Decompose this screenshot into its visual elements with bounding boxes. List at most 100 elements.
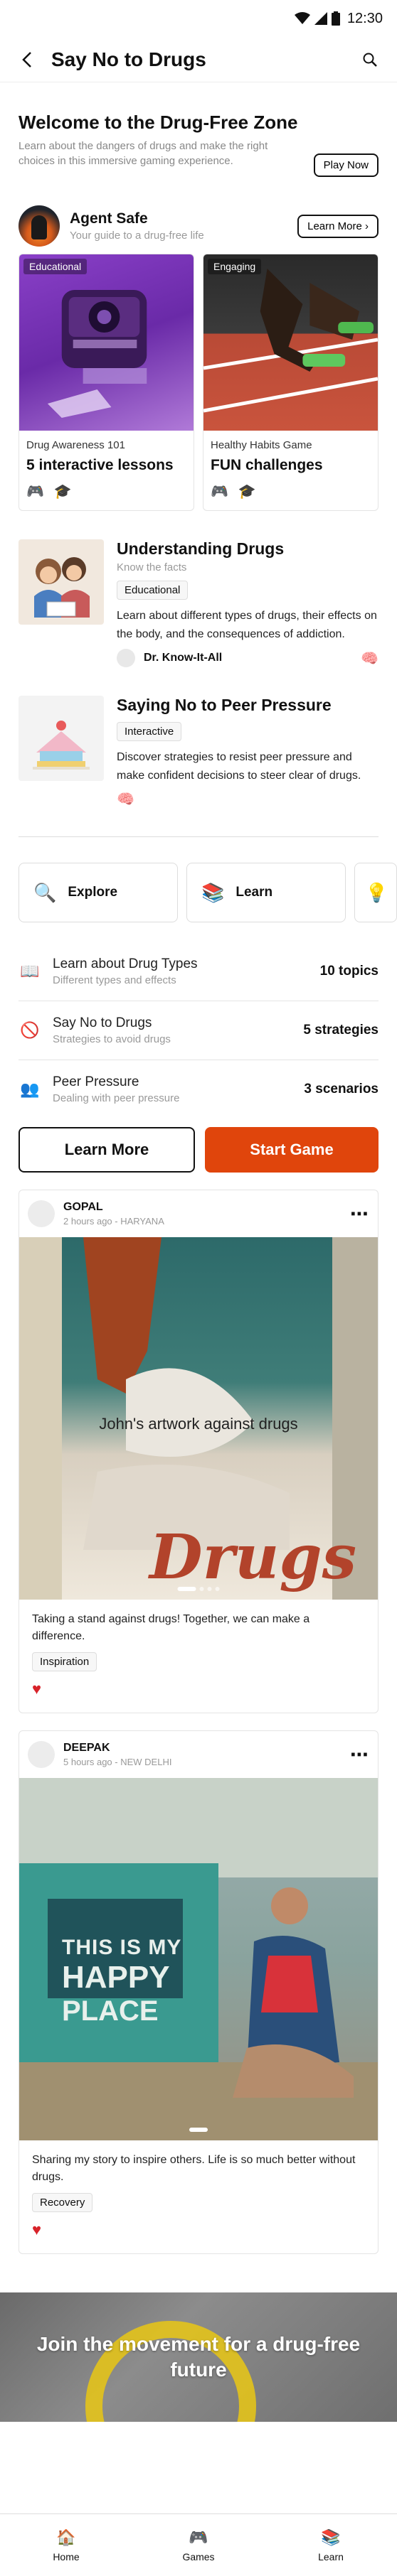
card-healthy-habits[interactable]: Engaging Healthy Habits Game FUN challen… bbox=[203, 254, 379, 511]
card-tag: Educational bbox=[23, 259, 88, 274]
list-item[interactable]: 📖 Learn about Drug Types Different types… bbox=[18, 942, 379, 1002]
agent-name: Agent Safe bbox=[70, 210, 148, 227]
gamepad-icon: 🎮 bbox=[26, 484, 44, 500]
card-image: Engaging bbox=[203, 254, 378, 431]
status-bar: 12:30 bbox=[0, 0, 397, 37]
agent-row: Agent Safe Your guide to a drug-free lif… bbox=[0, 191, 397, 254]
card-image: Educational bbox=[19, 254, 194, 431]
learn-more-button[interactable]: Learn More › bbox=[297, 214, 379, 238]
signal-icon bbox=[314, 12, 327, 25]
byline: 🧠 bbox=[117, 790, 379, 808]
category-chip[interactable]: Educational bbox=[117, 581, 189, 600]
start-game-button[interactable]: Start Game bbox=[205, 1127, 379, 1173]
post-image[interactable]: John's artwork against drugs Drugs bbox=[19, 1237, 378, 1600]
avatar bbox=[28, 1741, 55, 1769]
list-item-subtitle: Different types and effects bbox=[53, 974, 176, 987]
learn-more-cta-button[interactable]: Learn More bbox=[18, 1127, 195, 1173]
explore-card[interactable]: 🔍 Explore bbox=[18, 863, 178, 923]
sign-text-line-1: THIS IS MY bbox=[62, 1936, 182, 1960]
card-title: FUN challenges bbox=[211, 457, 323, 473]
post-meta: 5 hours ago - NEW DELHI bbox=[63, 1757, 172, 1768]
magnifier-icon: 🔍 bbox=[33, 881, 57, 903]
more-options-icon[interactable]: ⋯ bbox=[350, 1744, 369, 1766]
author-avatar bbox=[117, 649, 135, 668]
brain-icon[interactable]: 🧠 bbox=[361, 650, 379, 667]
card-subtitle: Drug Awareness 101 bbox=[26, 439, 125, 451]
post-author-block: DEEPAK 5 hours ago - NEW DELHI bbox=[63, 1742, 342, 1767]
post-meta: 2 hours ago - HARYANA bbox=[63, 1216, 164, 1227]
post-image-title: Drugs bbox=[149, 1521, 356, 1594]
page-title: Say No to Drugs bbox=[51, 48, 206, 70]
heart-icon[interactable]: ♥ bbox=[32, 2221, 365, 2239]
books-icon: 📚 bbox=[201, 881, 225, 903]
search-button[interactable] bbox=[359, 48, 381, 71]
feature-subtitle: Know the facts bbox=[117, 561, 187, 573]
byline: Dr. Know-It-All 🧠 bbox=[117, 649, 379, 668]
learn-label: Learn bbox=[235, 885, 273, 900]
post-image[interactable]: THIS IS MY HAPPY PLACE bbox=[19, 1778, 378, 2141]
hero-section: Welcome to the Drug-Free Zone Learn abou… bbox=[0, 82, 397, 191]
camera-illustration bbox=[47, 290, 147, 418]
hero-subtitle: Learn about the dangers of drugs and mak… bbox=[18, 139, 268, 167]
nav-label: Games bbox=[182, 2550, 215, 2562]
more-options-icon[interactable]: ⋯ bbox=[350, 1203, 369, 1225]
feed-post: GOPAL 2 hours ago - HARYANA ⋯ John's art… bbox=[18, 1190, 379, 1714]
post-text: Sharing my story to inspire others. Life… bbox=[32, 2154, 356, 2184]
post-text: Taking a stand against drugs! Together, … bbox=[32, 1613, 310, 1643]
feature-peer-pressure[interactable]: Saying No to Peer Pressure Interactive D… bbox=[0, 667, 397, 808]
nav-item-learn[interactable]: 📚 Learn bbox=[265, 2514, 397, 2576]
list-item-value: 3 scenarios bbox=[304, 1082, 379, 1097]
list-item[interactable]: 👥 Peer Pressure Dealing with peer pressu… bbox=[18, 1060, 379, 1119]
play-now-button[interactable]: Play Now bbox=[313, 153, 379, 177]
feature-description: Learn about different types of drugs, th… bbox=[117, 610, 377, 640]
nav-item-home[interactable]: 🏠 Home bbox=[0, 2514, 132, 2576]
nav-label: Learn bbox=[318, 2550, 344, 2562]
graduation-cap-icon: 🎓 bbox=[53, 484, 72, 500]
card-icons: 🎮 🎓 bbox=[211, 483, 371, 500]
post-header: DEEPAK 5 hours ago - NEW DELHI ⋯ bbox=[19, 1731, 378, 1778]
books-icon: 📚 bbox=[321, 2528, 341, 2546]
lightbulb-card[interactable]: 💡 bbox=[354, 863, 397, 923]
lightbulb-icon: 💡 bbox=[365, 881, 388, 903]
image-pager[interactable] bbox=[189, 2128, 208, 2133]
card-row: Educational Drug Awareness 101 5 interac… bbox=[0, 254, 397, 511]
cake-illustration bbox=[33, 721, 90, 770]
post-author-block: GOPAL 2 hours ago - HARYANA bbox=[63, 1201, 342, 1227]
nav-item-games[interactable]: 🎮 Games bbox=[132, 2514, 265, 2576]
back-button[interactable] bbox=[16, 48, 38, 71]
book-icon: 📖 bbox=[20, 962, 40, 981]
card-icons: 🎮 🎓 bbox=[26, 483, 186, 500]
heart-icon[interactable]: ♥ bbox=[32, 1680, 365, 1698]
hero-title: Welcome to the Drug-Free Zone bbox=[18, 112, 298, 133]
category-chip[interactable]: Interactive bbox=[117, 722, 182, 742]
status-time: 12:30 bbox=[346, 10, 383, 26]
post-image-caption: John's artwork against drugs bbox=[99, 1415, 298, 1433]
banner-text: Join the movement for a drug-free future bbox=[36, 2332, 361, 2381]
post-chip[interactable]: Inspiration bbox=[32, 1652, 97, 1672]
hero-text: Welcome to the Drug-Free Zone Learn abou… bbox=[18, 111, 304, 168]
learn-card[interactable]: 📚 Learn bbox=[186, 863, 346, 923]
feature-thumbnail bbox=[18, 696, 104, 782]
list-item-title: Learn about Drug Types bbox=[53, 956, 198, 972]
movement-banner[interactable]: Join the movement for a drug-free future bbox=[0, 2292, 397, 2423]
post-chip[interactable]: Recovery bbox=[32, 2193, 93, 2213]
card-body: Healthy Habits Game FUN challenges 🎮 🎓 bbox=[203, 431, 378, 510]
post-author: DEEPAK bbox=[63, 1742, 110, 1755]
topic-list: 📖 Learn about Drug Types Different types… bbox=[0, 922, 397, 1119]
app-bar: Say No to Drugs bbox=[0, 37, 397, 82]
list-item-text: Say No to Drugs Strategies to avoid drug… bbox=[53, 1015, 292, 1045]
post-body: Taking a stand against drugs! Together, … bbox=[19, 1600, 378, 1713]
wifi-icon bbox=[294, 12, 310, 24]
card-drug-awareness[interactable]: Educational Drug Awareness 101 5 interac… bbox=[18, 254, 194, 511]
learn-more-label: Learn More bbox=[307, 220, 362, 232]
brain-icon[interactable]: 🧠 bbox=[117, 790, 134, 808]
avatar bbox=[28, 1200, 55, 1228]
image-pager[interactable] bbox=[177, 1587, 220, 1592]
list-item[interactable]: 🚫 Say No to Drugs Strategies to avoid dr… bbox=[18, 1001, 379, 1061]
feature-understanding-drugs[interactable]: Understanding Drugs Know the facts Educa… bbox=[0, 511, 397, 668]
graduation-cap-icon: 🎓 bbox=[238, 484, 256, 500]
chevron-right-icon: › bbox=[365, 220, 369, 232]
quick-action-scroller[interactable]: 🔍 Explore 📚 Learn 💡 bbox=[0, 837, 397, 923]
gamepad-icon: 🎮 bbox=[189, 2528, 208, 2546]
list-item-value: 10 topics bbox=[319, 964, 379, 979]
